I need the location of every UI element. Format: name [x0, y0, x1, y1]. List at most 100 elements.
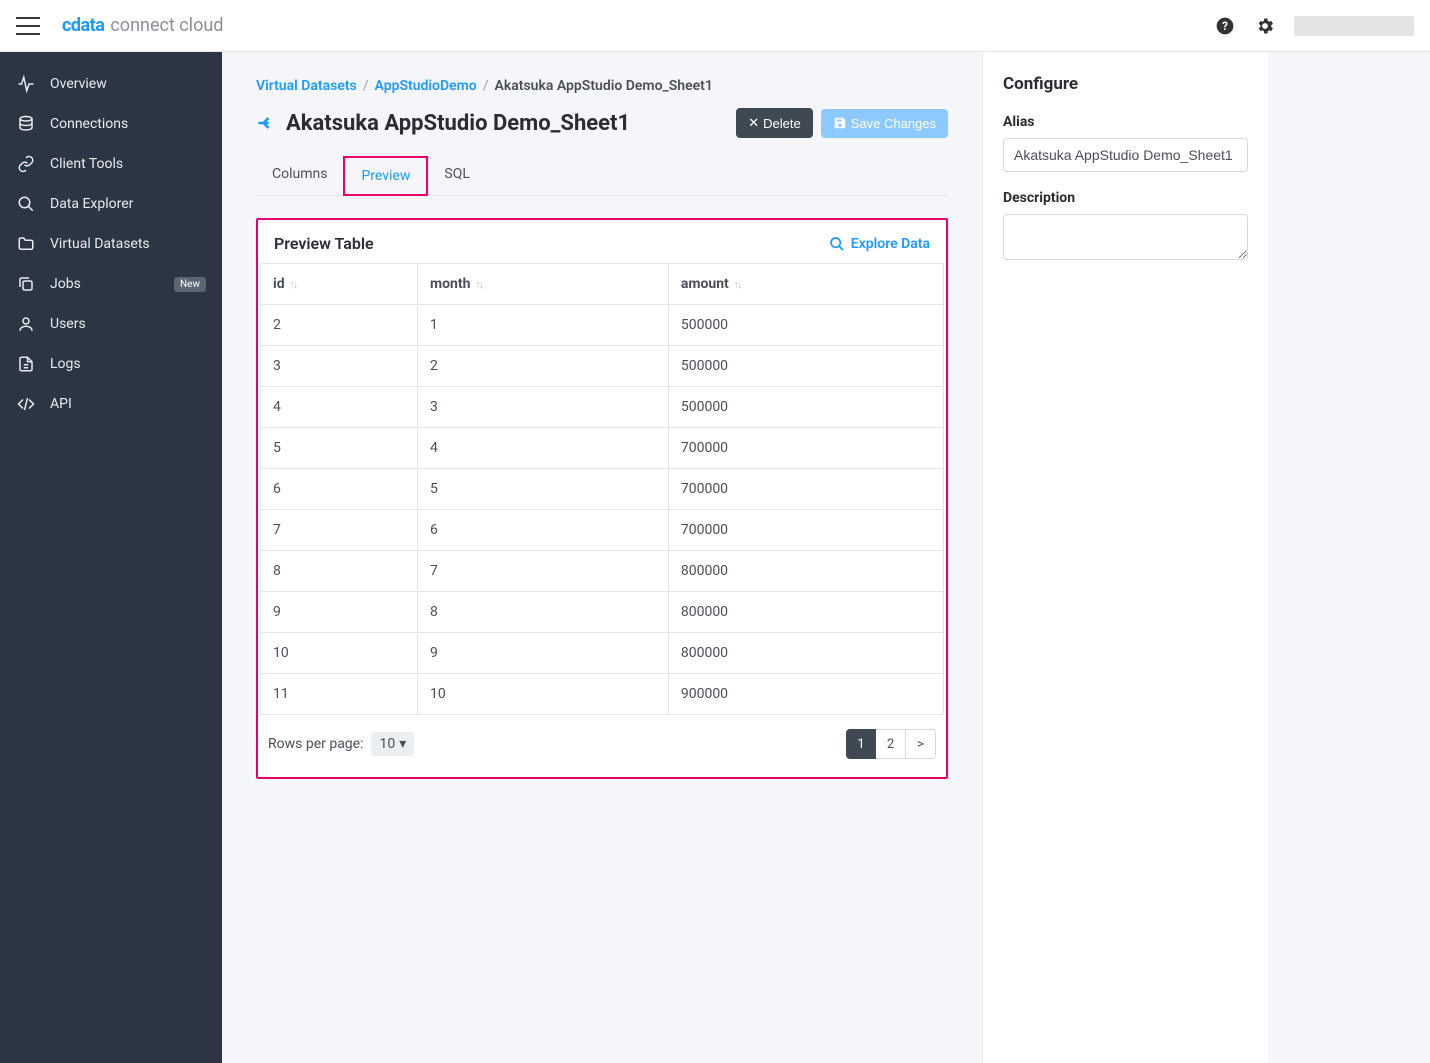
alias-label: Alias [1003, 114, 1248, 130]
sort-icon: ↑↓ [474, 278, 482, 291]
sort-icon: ↑↓ [289, 278, 297, 291]
delete-label: Delete [763, 116, 801, 131]
table-cell: 4 [418, 428, 669, 469]
alias-input[interactable] [1003, 138, 1248, 172]
preview-card: Preview Table Explore Data id ↑↓month ↑↓… [256, 218, 948, 779]
column-header-amount[interactable]: amount ↑↓ [668, 264, 943, 305]
rows-per-page-value: 10 [379, 736, 395, 752]
settings-icon[interactable] [1254, 15, 1276, 37]
table-cell: 8 [261, 551, 418, 592]
table-row: 32500000 [261, 346, 944, 387]
table-cell: 500000 [668, 387, 943, 428]
database-icon [16, 114, 36, 134]
user-badge[interactable] [1294, 16, 1414, 36]
sidebar-item-connections[interactable]: Connections [0, 104, 222, 144]
breadcrumb-item[interactable]: AppStudioDemo [375, 78, 477, 94]
table-cell: 5 [418, 469, 669, 510]
user-icon [16, 314, 36, 334]
table-cell: 2 [261, 305, 418, 346]
breadcrumb-separator: / [483, 78, 489, 94]
table-cell: 1 [418, 305, 669, 346]
page-next[interactable]: > [906, 729, 936, 759]
configure-title: Configure [1003, 74, 1248, 94]
tab-preview[interactable]: Preview [343, 156, 428, 196]
tabs: ColumnsPreviewSQL [256, 156, 948, 196]
preview-title: Preview Table [274, 234, 374, 253]
page-2[interactable]: 2 [876, 729, 906, 759]
copy-icon [16, 274, 36, 294]
sidebar-item-label: Logs [50, 356, 81, 372]
brand-secondary: connect cloud [110, 15, 223, 36]
table-cell: 3 [418, 387, 669, 428]
sidebar-item-jobs[interactable]: Jobs New [0, 264, 222, 304]
topbar: cdata connect cloud ? [0, 0, 1430, 52]
menu-toggle[interactable] [16, 17, 40, 35]
explore-data-link[interactable]: Explore Data [829, 236, 930, 252]
save-icon [833, 116, 847, 130]
table-cell: 10 [261, 633, 418, 674]
sidebar-item-virtual-datasets[interactable]: Virtual Datasets [0, 224, 222, 264]
table-row: 109800000 [261, 633, 944, 674]
search-icon [829, 236, 845, 252]
table-cell: 7 [261, 510, 418, 551]
column-header-id[interactable]: id ↑↓ [261, 264, 418, 305]
code-icon [16, 394, 36, 414]
sidebar-item-label: Users [50, 316, 86, 332]
chevron-down-icon: ▾ [399, 736, 406, 752]
sidebar-item-api[interactable]: API [0, 384, 222, 424]
close-icon: ✕ [748, 115, 759, 131]
sidebar-item-label: Jobs [50, 276, 81, 292]
help-icon[interactable]: ? [1214, 15, 1236, 37]
sidebar-item-label: Overview [50, 76, 107, 92]
table-cell: 6 [418, 510, 669, 551]
table-cell: 5 [261, 428, 418, 469]
link-icon [16, 154, 36, 174]
column-header-month[interactable]: month ↑↓ [418, 264, 669, 305]
rows-per-page-select[interactable]: 10 ▾ [371, 732, 414, 756]
sidebar-item-label: Client Tools [50, 156, 123, 172]
save-changes-button[interactable]: Save Changes [821, 109, 948, 138]
back-arrow-icon[interactable] [256, 113, 276, 133]
brand-logo: cdata connect cloud [62, 15, 223, 36]
table-row: 87800000 [261, 551, 944, 592]
breadcrumb-separator: / [363, 78, 369, 94]
sidebar-item-users[interactable]: Users [0, 304, 222, 344]
search-icon [16, 194, 36, 214]
table-cell: 9 [261, 592, 418, 633]
page-title: Akatsuka AppStudio Demo_Sheet1 [286, 111, 728, 136]
save-label: Save Changes [851, 116, 936, 131]
configure-panel: Configure Alias Description [982, 52, 1268, 1063]
breadcrumb-item: Akatsuka AppStudio Demo_Sheet1 [495, 78, 713, 94]
new-badge: New [174, 277, 206, 292]
sidebar-item-label: Connections [50, 116, 128, 132]
table-row: 65700000 [261, 469, 944, 510]
table-cell: 800000 [668, 551, 943, 592]
table-cell: 700000 [668, 469, 943, 510]
description-label: Description [1003, 190, 1248, 206]
preview-table: id ↑↓month ↑↓amount ↑↓ 21500000325000004… [260, 263, 944, 715]
sidebar-item-client-tools[interactable]: Client Tools [0, 144, 222, 184]
table-row: 43500000 [261, 387, 944, 428]
table-cell: 700000 [668, 510, 943, 551]
table-cell: 4 [261, 387, 418, 428]
delete-button[interactable]: ✕ Delete [736, 108, 812, 138]
table-row: 98800000 [261, 592, 944, 633]
rows-per-page-label: Rows per page: [268, 736, 363, 752]
page-1[interactable]: 1 [846, 729, 876, 759]
sidebar-item-overview[interactable]: Overview [0, 64, 222, 104]
description-textarea[interactable] [1003, 214, 1248, 260]
breadcrumb-item[interactable]: Virtual Datasets [256, 78, 357, 94]
tab-sql[interactable]: SQL [428, 156, 485, 195]
explore-label: Explore Data [851, 236, 930, 252]
table-cell: 11 [261, 674, 418, 715]
sidebar-item-data-explorer[interactable]: Data Explorer [0, 184, 222, 224]
table-cell: 6 [261, 469, 418, 510]
table-cell: 9 [418, 633, 669, 674]
table-row: 1110900000 [261, 674, 944, 715]
folder-icon [16, 234, 36, 254]
tab-columns[interactable]: Columns [256, 156, 343, 195]
sidebar: Overview Connections Client Tools Data Expl… [0, 52, 222, 1063]
svg-text:?: ? [1222, 19, 1228, 33]
sidebar-item-logs[interactable]: Logs [0, 344, 222, 384]
table-cell: 500000 [668, 346, 943, 387]
